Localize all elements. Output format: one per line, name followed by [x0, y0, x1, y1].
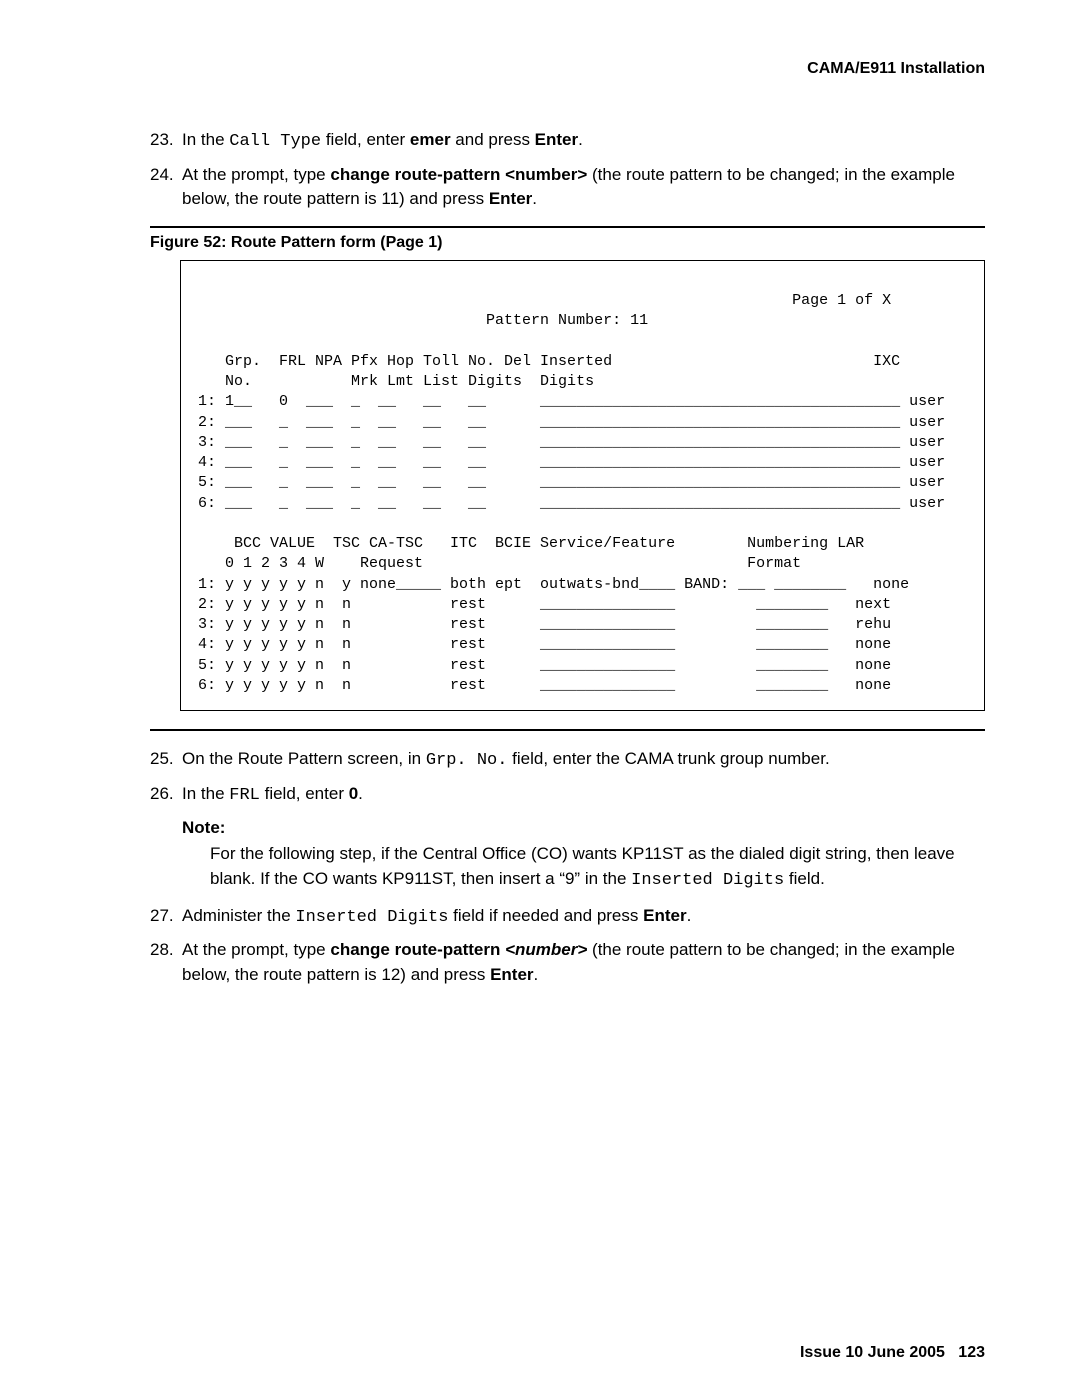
screen-line: 3: ___ _ ___ _ __ __ __ ________________…: [189, 434, 945, 451]
step-text: Administer the Inserted Digits field if …: [182, 906, 691, 925]
step-number: 26.: [150, 782, 174, 807]
step-number: 28.: [150, 938, 174, 963]
step-text: In the FRL field, enter 0.: [182, 784, 363, 803]
screen-line: 2: y y y y y n n rest _______________ __…: [189, 596, 891, 613]
screen-line: 4: y y y y y n n rest _______________ __…: [189, 636, 891, 653]
footer-page: 123: [958, 1344, 985, 1361]
step-text: At the prompt, type change route-pattern…: [182, 940, 955, 984]
footer-issue: Issue 10 June 2005: [800, 1344, 945, 1361]
step-text: At the prompt, type change route-pattern…: [182, 165, 955, 209]
note-body: For the following step, if the Central O…: [210, 842, 985, 893]
note-heading: Note:: [182, 818, 985, 838]
step-27: 27. Administer the Inserted Digits field…: [150, 904, 985, 931]
steps-block-b: 25. On the Route Pattern screen, in Grp.…: [150, 747, 985, 808]
header-title: CAMA/E911 Installation: [150, 60, 985, 78]
page: CAMA/E911 Installation 23. In the Call T…: [0, 0, 1080, 1397]
steps-block-c: 27. Administer the Inserted Digits field…: [150, 904, 985, 988]
page-footer: Issue 10 June 2005 123: [800, 1344, 985, 1362]
screen-line: Pattern Number: 11: [189, 312, 648, 329]
step-23: 23. In the Call Type field, enter emer a…: [150, 128, 985, 155]
steps-block-a: 23. In the Call Type field, enter emer a…: [150, 128, 985, 212]
step-24: 24. At the prompt, type change route-pat…: [150, 163, 985, 212]
screen-line: 3: y y y y y n n rest _______________ __…: [189, 616, 891, 633]
screen-line: 0 1 2 3 4 W Request Format: [189, 555, 801, 572]
terminal-screen: Page 1 of X Pattern Number: 11 Grp. FRL …: [180, 260, 985, 711]
step-26: 26. In the FRL field, enter 0.: [150, 782, 985, 809]
screen-line: 1: y y y y y n y none_____ both ept outw…: [189, 576, 909, 593]
screen-line: 6: y y y y y n n rest _______________ __…: [189, 677, 891, 694]
screen-line: 5: y y y y y n n rest _______________ __…: [189, 657, 891, 674]
screen-line: BCC VALUE TSC CA-TSC ITC BCIE Service/Fe…: [189, 535, 864, 552]
step-number: 27.: [150, 904, 174, 929]
screen-line: Page 1 of X: [189, 292, 891, 309]
screen-line: 4: ___ _ ___ _ __ __ __ ________________…: [189, 454, 945, 471]
screen-line: 1: 1__ 0 ___ _ __ __ __ ________________…: [189, 393, 945, 410]
screen-line: Grp. FRL NPA Pfx Hop Toll No. Del Insert…: [189, 353, 900, 370]
rule-bottom: [150, 729, 985, 731]
screen-line: 2: ___ _ ___ _ __ __ __ ________________…: [189, 414, 945, 431]
figure-caption: Figure 52: Route Pattern form (Page 1): [150, 234, 985, 252]
step-number: 24.: [150, 163, 174, 188]
screen-line: No. Mrk Lmt List Digits Digits: [189, 373, 594, 390]
step-28: 28. At the prompt, type change route-pat…: [150, 938, 985, 987]
rule-top: [150, 226, 985, 228]
step-text: In the Call Type field, enter emer and p…: [182, 130, 583, 149]
screen-line: 5: ___ _ ___ _ __ __ __ ________________…: [189, 474, 945, 491]
step-number: 23.: [150, 128, 174, 153]
step-text: On the Route Pattern screen, in Grp. No.…: [182, 749, 830, 768]
step-25: 25. On the Route Pattern screen, in Grp.…: [150, 747, 985, 774]
step-number: 25.: [150, 747, 174, 772]
screen-line: 6: ___ _ ___ _ __ __ __ ________________…: [189, 495, 945, 512]
